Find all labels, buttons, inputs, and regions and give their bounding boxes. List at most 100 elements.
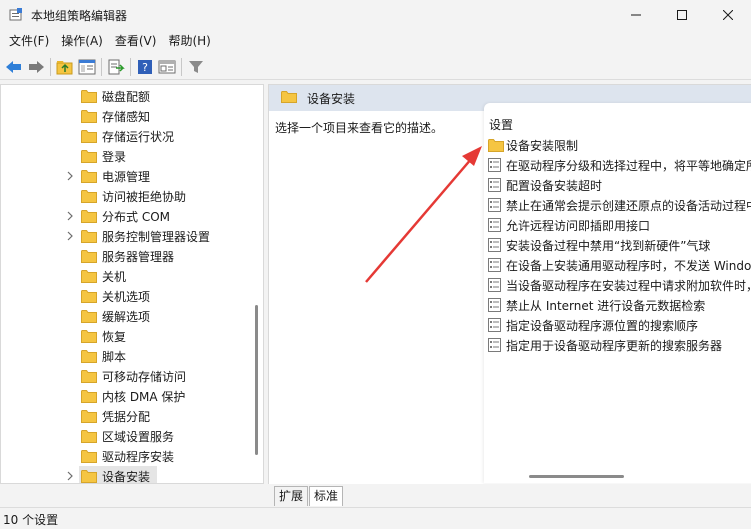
minimize-button[interactable]: [613, 0, 659, 30]
chevron-right-icon[interactable]: [65, 230, 75, 242]
list-item-label: 配置设备安装超时: [506, 179, 603, 193]
tree-item[interactable]: 内核 DMA 保护: [1, 386, 251, 406]
folder-icon: [81, 189, 97, 206]
help-button[interactable]: ?: [134, 56, 156, 78]
menu-help[interactable]: 帮助(H): [162, 30, 216, 52]
show-hide-tree-icon: [78, 59, 96, 74]
folder-icon: [81, 309, 97, 326]
forward-button[interactable]: [25, 56, 47, 78]
close-button[interactable]: [705, 0, 751, 30]
show-hide-tree-button[interactable]: [76, 56, 98, 78]
folder-icon: [81, 329, 97, 346]
chevron-right-icon[interactable]: [65, 470, 75, 482]
back-arrow-icon: [6, 60, 21, 73]
tree-item[interactable]: 访问被拒绝协助: [1, 186, 251, 206]
policy-setting-icon: [488, 298, 501, 315]
tree-item[interactable]: 服务控制管理器设置: [1, 226, 251, 246]
list-item-setting[interactable]: 禁止在通常会提示创建还原点的设备活动过程中: [487, 195, 751, 215]
tree-item[interactable]: 区域设置服务: [1, 426, 251, 446]
tree-item[interactable]: 电源管理: [1, 166, 251, 186]
list-item-setting[interactable]: 指定用于设备驱动程序更新的搜索服务器: [487, 335, 751, 355]
tree-item[interactable]: 凭据分配: [1, 406, 251, 426]
list-item-folder[interactable]: 设备安装限制: [487, 135, 751, 155]
tree-scrollbar[interactable]: [255, 305, 258, 455]
policy-setting-icon: [488, 258, 501, 275]
description-panel: 选择一个项目来查看它的描述。: [269, 111, 484, 481]
tree-item[interactable]: 设备安装: [1, 466, 251, 484]
tree-item[interactable]: 缓解选项: [1, 306, 251, 326]
chevron-right-icon[interactable]: [65, 170, 75, 182]
export-list-button[interactable]: [105, 56, 127, 78]
tree-item[interactable]: 驱动程序安装: [1, 446, 251, 466]
settings-list: 设置 设备安装限制在驱动程序分级和选择过程中，将平等地确定所 配置设备安装超时禁止…: [484, 103, 751, 483]
tree-item-label: 恢复: [102, 330, 127, 344]
list-item-label: 指定设备驱动程序源位置的搜索顺序: [506, 319, 699, 333]
list-item-setting[interactable]: 当设备驱动程序在安装过程中请求附加软件时，: [487, 275, 751, 295]
tree-item-label: 区域设置服务: [102, 430, 175, 444]
tree-item[interactable]: 登录: [1, 146, 251, 166]
tree-item[interactable]: 脚本: [1, 346, 251, 366]
column-header-setting[interactable]: 设置: [489, 116, 513, 133]
policy-setting-icon: [488, 278, 501, 295]
up-button[interactable]: [54, 56, 76, 78]
tree-item-label: 凭据分配: [102, 410, 151, 424]
tree-item-label: 电源管理: [102, 170, 151, 184]
details-pane: 设备安装 选择一个项目来查看它的描述。 设置 设备安装限制 在驱动程序分级和选择过…: [268, 84, 751, 484]
tree-item[interactable]: 服务器管理器: [1, 246, 251, 266]
tree-item[interactable]: 关机: [1, 266, 251, 286]
menu-action[interactable]: 操作(A): [55, 30, 109, 52]
folder-icon: [281, 90, 297, 106]
list-item-setting[interactable]: 禁止从 Internet 进行设备元数据检索: [487, 295, 751, 315]
tree-item[interactable]: 分布式 COM: [1, 206, 251, 226]
tree-item[interactable]: 恢复: [1, 326, 251, 346]
tree-item[interactable]: 存储运行状况: [1, 126, 251, 146]
folder-icon: [81, 469, 97, 483]
folder-icon: [81, 149, 97, 166]
folder-icon: [81, 109, 97, 126]
policy-setting-icon: [488, 238, 501, 255]
tree-item[interactable]: 可移动存储访问: [1, 366, 251, 386]
toolbar-separator: [50, 57, 51, 76]
tree-item-label: 服务器管理器: [102, 250, 175, 264]
tree-item-label: 关机选项: [102, 290, 151, 304]
folder-icon: [81, 449, 97, 466]
tree-item-label: 设备安装: [102, 470, 151, 484]
group-policy-app-icon: [9, 8, 23, 22]
tree-pane: 磁盘配额存储感知存储运行状况 登录电源管理访问被拒绝协助分布式 COM 服务控制管理…: [0, 84, 264, 484]
description-text: 选择一个项目来查看它的描述。: [275, 121, 444, 135]
tree-item-label: 服务控制管理器设置: [102, 230, 211, 244]
list-item-label: 在驱动程序分级和选择过程中，将平等地确定所: [506, 159, 751, 173]
folder-icon: [81, 369, 97, 386]
help-icon: ?: [138, 59, 152, 74]
tree-item-label: 驱动程序安装: [102, 450, 175, 464]
tab-extended[interactable]: 扩展: [274, 486, 309, 506]
tree-item[interactable]: 磁盘配额: [1, 86, 251, 106]
menu-file[interactable]: 文件(F): [3, 30, 55, 52]
tree-item-label: 访问被拒绝协助: [102, 190, 187, 204]
folder-icon: [81, 289, 97, 306]
list-horizontal-scrollbar[interactable]: [529, 475, 624, 478]
chevron-right-icon[interactable]: [65, 210, 75, 222]
tree-item-label: 可移动存储访问: [102, 370, 187, 384]
back-button[interactable]: [3, 56, 25, 78]
tree-item-label: 存储感知: [102, 110, 151, 124]
folder-icon: [81, 209, 97, 226]
menu-view[interactable]: 查看(V): [109, 30, 163, 52]
list-item-setting[interactable]: 允许远程访问即插即用接口: [487, 215, 751, 235]
policy-setting-icon: [488, 338, 501, 355]
list-item-setting[interactable]: 在设备上安装通用驱动程序时，不发送 Windo: [487, 255, 751, 275]
list-item-label: 安装设备过程中禁用“找到新硬件”气球: [506, 239, 711, 253]
filter-button[interactable]: [185, 56, 207, 78]
list-item-setting[interactable]: 配置设备安装超时: [487, 175, 751, 195]
list-item-setting[interactable]: 指定设备驱动程序源位置的搜索顺序: [487, 315, 751, 335]
folder-icon: [81, 169, 97, 186]
properties-button[interactable]: [156, 56, 178, 78]
tab-standard[interactable]: 标准: [309, 486, 344, 506]
list-item-setting[interactable]: 安装设备过程中禁用“找到新硬件”气球: [487, 235, 751, 255]
list-item-label: 允许远程访问即插即用接口: [506, 219, 651, 233]
tree-item[interactable]: 关机选项: [1, 286, 251, 306]
folder-icon: [81, 389, 97, 406]
list-item-setting[interactable]: 在驱动程序分级和选择过程中，将平等地确定所: [487, 155, 751, 175]
maximize-button[interactable]: [659, 0, 705, 30]
tree-item[interactable]: 存储感知: [1, 106, 251, 126]
